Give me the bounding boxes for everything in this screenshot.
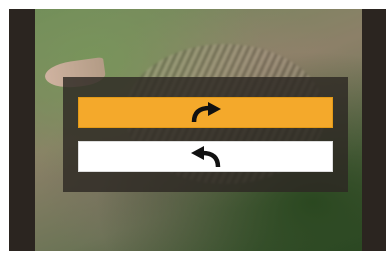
rotate-right-option[interactable] xyxy=(78,97,333,128)
rotate-left-option[interactable] xyxy=(78,141,333,172)
rotate-clockwise-arrow-icon xyxy=(188,101,224,124)
rotate-counterclockwise-arrow-icon xyxy=(188,145,224,169)
rotation-menu-panel xyxy=(63,77,348,192)
